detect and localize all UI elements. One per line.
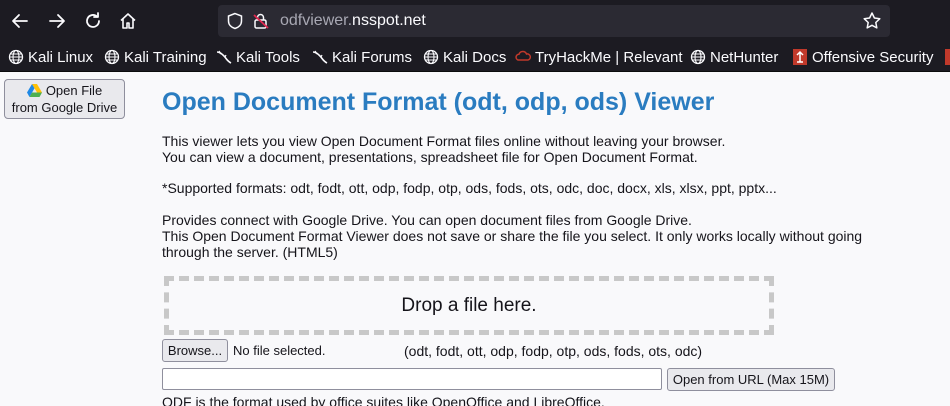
gdrive-info-line-2: This Open Document Format Viewer does no…	[162, 228, 863, 244]
gdrive-button-line1: Open File	[45, 83, 103, 98]
globe-icon	[690, 49, 706, 65]
page-title: Open Document Format (odt, odp, ods) Vie…	[162, 88, 715, 116]
globe-icon	[104, 49, 120, 65]
offsec-icon	[793, 49, 807, 65]
gdrive-info-line-3: through the server. (HTML5)	[162, 244, 338, 260]
tryhackme-icon	[515, 50, 531, 61]
file-url-input[interactable]	[162, 368, 662, 390]
open-from-url-button[interactable]: Open from URL (Max 15M)	[667, 368, 835, 391]
arrow-right-icon	[49, 14, 65, 28]
accepted-formats: (odt, fodt, ott, odp, fodp, otp, ods, fo…	[404, 343, 703, 359]
google-drive-icon	[26, 84, 42, 97]
bookmark-overflow[interactable]	[944, 48, 950, 66]
url-text[interactable]: odfviewer.nsspot.net	[280, 12, 426, 30]
back-button[interactable]	[8, 9, 32, 33]
dropzone-label: Drop a file here.	[401, 294, 537, 316]
offsec-icon	[945, 49, 950, 65]
supported-formats: *Supported formats: odt, fodt, ott, odp,…	[162, 180, 777, 196]
file-drop-zone[interactable]: Drop a file here.	[164, 276, 774, 335]
reload-button[interactable]	[81, 9, 105, 33]
browser-toolbar: odfviewer.nsspot.net	[0, 0, 950, 42]
kali-dragon-icon	[312, 50, 328, 64]
bookmark-label: Kali Forums	[332, 48, 413, 66]
bookmark-label: Kali Training	[124, 48, 207, 66]
bookmark-nethunter[interactable]: NetHunter	[690, 48, 778, 66]
intro-line-2: You can view a document, presentations, …	[162, 149, 698, 165]
home-button[interactable]	[116, 9, 140, 33]
globe-icon	[423, 49, 439, 65]
browse-button[interactable]: Browse...	[162, 339, 228, 362]
bookmark-label: Offensive Security	[812, 48, 934, 66]
arrow-left-icon	[12, 14, 28, 28]
gdrive-button-line1-wrap: Open File	[5, 82, 124, 99]
bookmark-label: TryHackMe | Relevant	[535, 48, 683, 66]
url-domain: nsspot.net	[352, 12, 426, 29]
open-from-google-drive-button[interactable]: Open File from Google Drive	[4, 79, 125, 119]
gdrive-button-line2: from Google Drive	[11, 100, 118, 115]
shield-icon[interactable]	[226, 12, 244, 30]
url-subdomain: odfviewer.	[280, 12, 353, 29]
bookmark-label: Kali Tools	[236, 48, 300, 66]
bookmark-kali-docs[interactable]: Kali Docs	[423, 48, 506, 66]
bookmark-kali-training[interactable]: Kali Training	[104, 48, 207, 66]
bookmark-tryhackme-relevant[interactable]: TryHackMe | Relevant	[515, 48, 683, 66]
reload-icon	[86, 12, 100, 28]
bookmark-kali-linux[interactable]: Kali Linux	[8, 48, 93, 66]
bookmark-kali-tools[interactable]: Kali Tools	[216, 48, 300, 66]
bookmark-label: NetHunter	[710, 48, 779, 66]
kali-dragon-icon	[216, 50, 232, 64]
bookmark-kali-forums[interactable]: Kali Forums	[312, 48, 412, 66]
bookmark-label: Kali Docs	[443, 48, 507, 66]
intro-line-1: This viewer lets you view Open Document …	[162, 133, 726, 149]
gdrive-info-line-1: Provides connect with Google Drive. You …	[162, 212, 692, 228]
file-status: No file selected.	[233, 343, 326, 358]
page-content: Open File from Google Drive Open Documen…	[0, 72, 950, 406]
insecure-lock-icon[interactable]	[252, 12, 270, 30]
bookmark-star-icon[interactable]	[862, 11, 882, 31]
bookmarks-bar: Kali Linux Kali Training Kali Tools Kali…	[0, 42, 950, 72]
bookmark-label: Kali Linux	[28, 48, 94, 66]
globe-icon	[8, 49, 24, 65]
home-icon	[120, 13, 136, 29]
forward-button[interactable]	[45, 9, 69, 33]
odf-description: ODF is the format used by office suites …	[162, 394, 605, 406]
url-bar[interactable]: odfviewer.nsspot.net	[218, 5, 890, 37]
bookmark-offensive-security[interactable]: Offensive Security	[792, 48, 933, 66]
